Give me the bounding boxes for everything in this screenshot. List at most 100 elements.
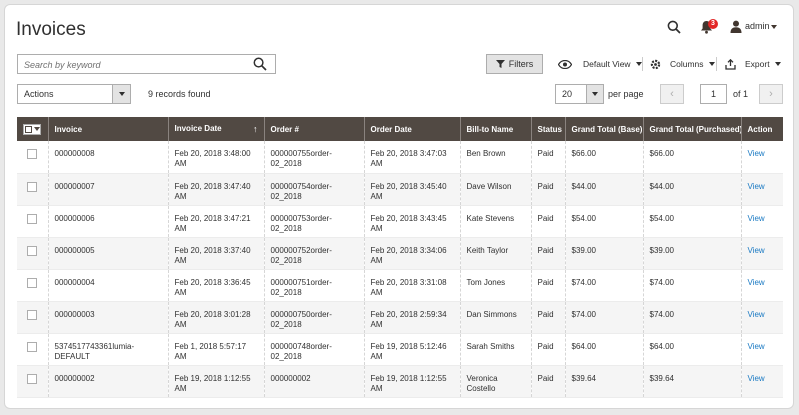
keyword-search (17, 54, 276, 74)
cell-order-number: 000000002 (263, 365, 364, 398)
cell-order-number: 000000751order-02_2018 (263, 269, 364, 302)
cell-grand-total-purchased: $74.00 (642, 301, 741, 334)
row-checkbox[interactable] (27, 149, 38, 159)
page-number-input[interactable]: 1 (700, 84, 727, 104)
row-select-cell (17, 269, 48, 302)
row-select-cell (17, 141, 48, 174)
cell-order-date: Feb 20, 2018 2:59:34 AM (363, 301, 460, 334)
next-page-button[interactable]: › (759, 84, 783, 104)
filters-button[interactable]: Filters (486, 54, 543, 74)
row-select-cell (17, 237, 48, 270)
row-checkbox[interactable] (27, 341, 38, 352)
notification-badge: 3 (708, 19, 718, 29)
cell-status: Paid (530, 365, 565, 398)
column-header-grand-total-purchased[interactable]: Grand Total (Purchased) (642, 117, 741, 141)
cell-invoice-date: Feb 20, 2018 3:01:28 AM (167, 301, 264, 334)
view-link[interactable]: View (748, 278, 765, 287)
chevron-down-icon (774, 62, 781, 66)
cell-bill-to-name: Tom Jones (459, 269, 531, 302)
user-icon[interactable] (729, 18, 743, 34)
previous-page-button[interactable]: ‹ (660, 84, 684, 104)
filters-label: Filters (508, 59, 534, 69)
view-link[interactable]: View (748, 182, 765, 191)
view-link[interactable]: View (748, 374, 765, 383)
view-link[interactable]: View (748, 214, 765, 223)
cell-status: Paid (530, 301, 565, 334)
cell-status: Paid (530, 237, 565, 270)
cell-invoice-number: 000000003 (47, 301, 168, 334)
table-header-row: Invoice Invoice Date ↑ Order # Order Date… (17, 117, 783, 141)
sort-arrow-icon: ↑ (253, 124, 258, 134)
row-checkbox[interactable] (27, 213, 38, 224)
view-link[interactable]: View (748, 342, 765, 351)
search-icon[interactable] (666, 19, 682, 35)
cell-invoice-number: 000000006 (47, 205, 168, 238)
column-header-order-number[interactable]: Order # (263, 117, 364, 141)
column-header-action: Action (740, 117, 783, 141)
row-checkbox[interactable] (27, 277, 38, 288)
cell-grand-total-purchased: $54.00 (642, 205, 741, 238)
export-dropdown[interactable]: Export (725, 57, 781, 71)
cell-invoice-date: Feb 20, 2018 3:47:21 AM (167, 205, 264, 238)
chevron-down-icon[interactable] (586, 85, 603, 103)
per-page-label: per page (608, 89, 644, 99)
chevron-down-icon[interactable] (771, 25, 777, 29)
search-button-icon[interactable] (253, 57, 267, 71)
row-checkbox[interactable] (27, 181, 38, 192)
chevron-left-icon: ‹ (670, 88, 674, 100)
cell-order-date: Feb 19, 2018 1:12:55 AM (363, 365, 460, 398)
cell-order-number: 000000750order-02_2018 (263, 301, 364, 334)
columns-label: Columns (670, 59, 704, 69)
cell-grand-total-base: $74.00 (564, 269, 643, 302)
column-header-status[interactable]: Status (530, 117, 565, 141)
cell-bill-to-name: Ben Brown (459, 141, 531, 174)
per-page-value: 20 (562, 89, 573, 99)
records-count: 9 records found (148, 89, 211, 99)
row-select-cell (17, 333, 48, 366)
default-view-dropdown[interactable]: Default View (558, 57, 642, 71)
cell-status: Paid (530, 141, 565, 174)
row-checkbox[interactable] (27, 309, 38, 320)
chevron-down-icon[interactable] (112, 85, 130, 103)
cell-grand-total-purchased: $44.00 (642, 173, 741, 206)
cell-bill-to-name: Dan Simmons (459, 301, 531, 334)
cell-status: Paid (530, 205, 565, 238)
cell-view-link: View (740, 205, 783, 238)
column-header-order-date[interactable]: Order Date (363, 117, 460, 141)
cell-invoice-number: 000000007 (47, 173, 168, 206)
cell-view-link: View (740, 333, 783, 366)
cell-grand-total-base: $54.00 (564, 205, 643, 238)
view-link[interactable]: View (748, 246, 765, 255)
cell-order-number: 000000753order-02_2018 (263, 205, 364, 238)
mass-select-checkbox[interactable] (17, 117, 48, 141)
column-header-invoice[interactable]: Invoice (47, 117, 168, 141)
cell-invoice-number: 000000004 (47, 269, 168, 302)
column-header-bill-to-name[interactable]: Bill-to Name (459, 117, 531, 141)
chevron-down-icon (708, 62, 715, 66)
cell-grand-total-purchased: $39.64 (642, 365, 741, 398)
row-checkbox[interactable] (27, 373, 38, 384)
view-link[interactable]: View (748, 310, 765, 319)
cell-view-link: View (740, 237, 783, 270)
per-page-select[interactable]: 20 (555, 84, 604, 104)
view-link[interactable]: View (748, 149, 765, 158)
cell-view-link: View (740, 173, 783, 206)
cell-invoice-date: Feb 19, 2018 1:12:55 AM (167, 365, 264, 398)
toolbar-divider (716, 57, 717, 71)
toolbar-divider (642, 57, 643, 71)
table-row: 000000007 Feb 20, 2018 3:47:40 AM 00000075… (17, 173, 783, 206)
table-row: 000000008 Feb 20, 2018 3:48:00 AM 00000075… (17, 141, 783, 174)
search-input[interactable] (18, 56, 238, 74)
column-header-invoice-date[interactable]: Invoice Date ↑ (167, 117, 264, 141)
cell-order-number: 000000755order-02_2018 (263, 141, 364, 174)
cell-grand-total-base: $66.00 (564, 141, 643, 174)
column-header-grand-total-base[interactable]: Grand Total (Base) (564, 117, 643, 141)
cell-grand-total-purchased: $64.00 (642, 333, 741, 366)
table-row: 5374517743361lumia-DEFAULT Feb 1, 2018 5:… (17, 333, 783, 366)
default-view-label: Default View (583, 59, 631, 69)
actions-select[interactable]: Actions (17, 84, 131, 104)
columns-dropdown[interactable]: Columns (650, 57, 715, 71)
row-checkbox[interactable] (27, 245, 38, 256)
user-name[interactable]: admin (745, 21, 770, 31)
cell-status: Paid (530, 333, 565, 366)
